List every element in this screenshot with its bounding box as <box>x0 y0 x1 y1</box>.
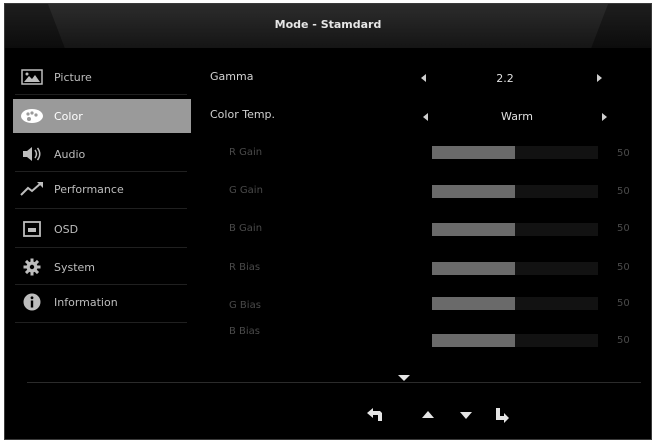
b-gain-value: 50 <box>617 223 630 234</box>
down-icon[interactable] <box>457 406 475 424</box>
g-bias-label: G Bias <box>229 300 261 311</box>
sidebar-item-osd[interactable]: OSD <box>13 212 191 246</box>
r-bias-value: 50 <box>617 262 630 273</box>
g-gain-label: G Gain <box>229 185 263 196</box>
color-temp-value[interactable]: Warm <box>487 110 547 123</box>
speaker-icon <box>20 144 44 164</box>
r-bias-slider[interactable] <box>432 262 598 275</box>
back-icon[interactable] <box>366 406 384 424</box>
sidebar-item-picture[interactable]: Picture <box>13 60 191 94</box>
title-bar: Mode - Stamdard <box>5 4 651 48</box>
up-icon[interactable] <box>419 406 437 424</box>
slider-fill <box>432 223 515 236</box>
divider <box>27 382 641 383</box>
slider-fill <box>432 185 515 198</box>
sidebar-item-label: Information <box>54 295 118 309</box>
b-gain-slider[interactable] <box>432 223 598 236</box>
sidebar-item-performance[interactable]: Performance <box>13 172 191 206</box>
g-gain-slider[interactable] <box>432 185 598 198</box>
gamma-right-arrow-icon[interactable] <box>597 74 602 82</box>
color-palette-icon <box>20 106 44 126</box>
osd-menu: Mode - Stamdard Picture Color Audio Perf… <box>4 3 652 440</box>
slider-fill <box>432 297 515 310</box>
performance-chart-icon <box>20 179 44 199</box>
gamma-label: Gamma <box>210 70 254 83</box>
slider-fill <box>432 146 515 159</box>
color-temp-left-arrow-icon[interactable] <box>423 113 428 121</box>
sidebar-item-color[interactable]: Color <box>13 99 191 133</box>
sidebar-item-system[interactable]: System <box>13 250 191 284</box>
gear-icon <box>20 257 44 277</box>
separator <box>15 94 187 95</box>
info-icon <box>20 292 44 312</box>
gamma-value[interactable]: 2.2 <box>475 72 535 85</box>
sidebar-item-label: OSD <box>54 222 79 236</box>
sidebar-item-label: Performance <box>54 182 124 196</box>
gamma-left-arrow-icon[interactable] <box>421 74 426 82</box>
color-temp-right-arrow-icon[interactable] <box>602 113 607 121</box>
r-gain-label: R Gain <box>229 147 263 158</box>
r-gain-value: 50 <box>617 148 630 159</box>
sidebar-item-label: System <box>54 260 96 274</box>
g-bias-slider[interactable] <box>432 297 598 310</box>
picture-icon <box>20 67 44 87</box>
r-bias-label: R Bias <box>229 262 261 273</box>
b-gain-label: B Gain <box>229 223 263 234</box>
sidebar-item-information[interactable]: Information <box>13 285 191 319</box>
osd-window-icon <box>20 219 44 239</box>
g-bias-value: 50 <box>617 298 630 309</box>
slider-fill <box>432 334 515 347</box>
color-temp-label: Color Temp. <box>210 108 276 121</box>
sidebar-item-label: Picture <box>54 70 92 84</box>
g-gain-value: 50 <box>617 186 630 197</box>
scroll-down-icon[interactable] <box>398 375 410 381</box>
separator <box>15 208 187 209</box>
b-bias-value: 50 <box>617 335 630 346</box>
b-bias-label: B Bias <box>229 326 261 337</box>
sidebar-item-label: Color <box>54 109 83 123</box>
b-bias-slider[interactable] <box>432 334 598 347</box>
r-gain-slider[interactable] <box>432 146 598 159</box>
slider-fill <box>432 262 515 275</box>
enter-icon[interactable] <box>493 406 511 424</box>
separator <box>15 322 187 323</box>
mode-title: Mode - Stamdard <box>274 18 382 31</box>
separator <box>15 247 187 248</box>
sidebar-item-label: Audio <box>54 147 86 161</box>
sidebar-item-audio[interactable]: Audio <box>13 137 191 171</box>
